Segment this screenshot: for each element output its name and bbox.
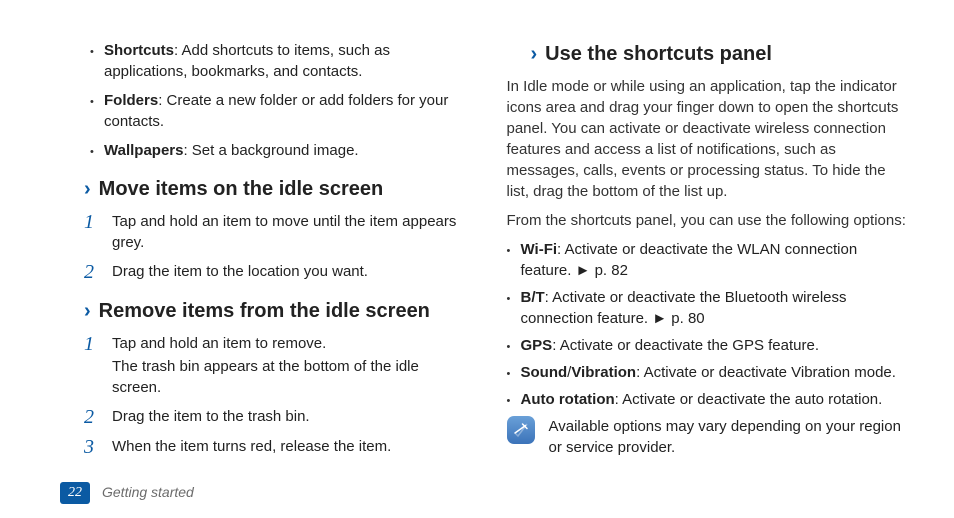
section-title: Move items on the idle screen <box>99 175 384 203</box>
chevron-right-icon: › <box>531 40 538 68</box>
step-text: Drag the item to the trash bin. <box>112 406 463 428</box>
step-number: 2 <box>84 406 112 428</box>
bullet-icon: • <box>507 287 521 329</box>
step-text: Drag the item to the location you want. <box>112 261 463 283</box>
step-text: Tap and hold an item to move until the i… <box>112 211 463 253</box>
page-footer: 22 Getting started <box>60 482 194 504</box>
list-item: • Folders: Create a new folder or add fo… <box>90 90 463 132</box>
step-item: 3 When the item turns red, release the i… <box>84 436 463 458</box>
step-item: 1 Tap and hold an item to remove. The tr… <box>84 333 463 398</box>
list-item: • Sound/Vibration: Activate or deactivat… <box>507 362 910 383</box>
list-item: • B/T: Activate or deactivate the Blueto… <box>507 287 910 329</box>
bullet-icon: • <box>507 362 521 383</box>
step-item: 2 Drag the item to the trash bin. <box>84 406 463 428</box>
list-item: • GPS: Activate or deactivate the GPS fe… <box>507 335 910 356</box>
note: Available options may vary depending on … <box>507 416 910 458</box>
bullet-icon: • <box>507 335 521 356</box>
list-item: • Auto rotation: Activate or deactivate … <box>507 389 910 410</box>
bullet-icon: • <box>90 140 104 161</box>
section-title: Use the shortcuts panel <box>545 40 772 68</box>
bullet-icon: • <box>90 90 104 132</box>
bullet-icon: • <box>90 40 104 82</box>
list-item: • Wi-Fi: Activate or deactivate the WLAN… <box>507 239 910 281</box>
step-number: 1 <box>84 211 112 253</box>
note-icon <box>507 416 535 444</box>
section-heading-shortcuts-panel: › Use the shortcuts panel <box>531 40 910 68</box>
paragraph: From the shortcuts panel, you can use th… <box>507 210 910 231</box>
step-item: 2 Drag the item to the location you want… <box>84 261 463 283</box>
note-text: Available options may vary depending on … <box>549 416 910 458</box>
section-title: Remove items from the idle screen <box>99 297 430 325</box>
list-item: • Wallpapers: Set a background image. <box>90 140 463 161</box>
step-text: Tap and hold an item to remove. <box>112 333 463 354</box>
step-item: 1 Tap and hold an item to move until the… <box>84 211 463 253</box>
step-text: The trash bin appears at the bottom of t… <box>112 356 463 398</box>
step-number: 1 <box>84 333 112 398</box>
page-ref: p. 80 <box>652 310 704 327</box>
page-number: 22 <box>60 482 90 504</box>
bullet-icon: • <box>507 239 521 281</box>
section-heading-move-items: › Move items on the idle screen <box>84 175 463 203</box>
page-ref: p. 82 <box>576 262 628 279</box>
paragraph: In Idle mode or while using an applicati… <box>507 76 910 202</box>
section-heading-remove-items: › Remove items from the idle screen <box>84 297 463 325</box>
step-number: 3 <box>84 436 112 458</box>
chevron-right-icon: › <box>84 175 91 203</box>
chevron-right-icon: › <box>84 297 91 325</box>
list-item: • Shortcuts: Add shortcuts to items, suc… <box>90 40 463 82</box>
bullet-icon: • <box>507 389 521 410</box>
chapter-title: Getting started <box>102 483 194 503</box>
step-number: 2 <box>84 261 112 283</box>
step-text: When the item turns red, release the ite… <box>112 436 463 458</box>
